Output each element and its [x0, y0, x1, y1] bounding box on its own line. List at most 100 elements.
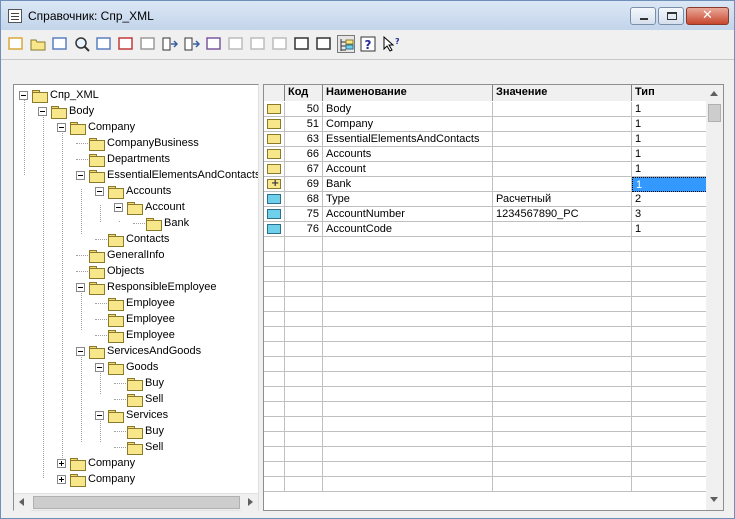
code-cell[interactable]	[285, 417, 323, 432]
code-cell[interactable]	[285, 312, 323, 327]
type-cell[interactable]: 1	[632, 117, 708, 132]
collapse-toggle-icon[interactable]	[95, 362, 104, 372]
empty-table-row[interactable]	[264, 357, 708, 372]
type-cell[interactable]	[632, 447, 708, 462]
name-cell[interactable]	[323, 342, 493, 357]
value-cell[interactable]	[493, 447, 632, 462]
name-cell[interactable]	[323, 477, 493, 492]
code-cell[interactable]	[285, 252, 323, 267]
code-cell[interactable]: 63	[285, 132, 323, 147]
type-cell[interactable]	[632, 462, 708, 477]
tree-node[interactable]: Employee	[95, 311, 175, 327]
collapse-toggle-icon[interactable]	[76, 346, 85, 356]
empty-table-row[interactable]	[264, 297, 708, 312]
empty-table-row[interactable]	[264, 342, 708, 357]
collapse-toggle-icon[interactable]	[95, 410, 104, 420]
code-cell[interactable]: 51	[285, 117, 323, 132]
type-cell[interactable]: 1	[632, 222, 708, 237]
empty-table-row[interactable]	[264, 462, 708, 477]
tree-node[interactable]: Employee	[95, 327, 175, 343]
value-cell[interactable]	[493, 252, 632, 267]
tree-node[interactable]: Objects	[76, 263, 144, 279]
tree-toggle-icon[interactable]	[337, 35, 355, 53]
type-cell[interactable]: 2	[632, 192, 708, 207]
empty-table-row[interactable]	[264, 252, 708, 267]
empty-table-row[interactable]	[264, 282, 708, 297]
table-row[interactable]: 76 AccountCode 1	[264, 222, 708, 237]
value-cell[interactable]	[493, 417, 632, 432]
code-cell[interactable]: 50	[285, 102, 323, 117]
type-cell[interactable]	[632, 477, 708, 492]
type-cell[interactable]: 1	[632, 147, 708, 162]
value-cell[interactable]	[493, 312, 632, 327]
name-cell[interactable]	[323, 312, 493, 327]
value-cell[interactable]	[493, 432, 632, 447]
code-cell[interactable]: 69	[285, 177, 323, 192]
code-cell[interactable]	[285, 372, 323, 387]
name-cell[interactable]	[323, 402, 493, 417]
code-cell[interactable]	[285, 387, 323, 402]
code-cell[interactable]: 75	[285, 207, 323, 222]
type-cell[interactable]: 1	[632, 132, 708, 147]
empty-table-row[interactable]	[264, 432, 708, 447]
value-cell[interactable]	[493, 477, 632, 492]
collapse-toggle-icon[interactable]	[57, 122, 66, 132]
close-button[interactable]: ✕	[686, 7, 729, 25]
empty-table-row[interactable]	[264, 447, 708, 462]
name-cell[interactable]: AccountNumber	[323, 207, 493, 222]
find-icon[interactable]	[73, 35, 91, 53]
list-icon[interactable]	[293, 35, 311, 53]
value-cell[interactable]	[493, 102, 632, 117]
table-row[interactable]: 63 EssentialElementsAndContacts 1	[264, 132, 708, 147]
table-row[interactable]: 68 Type Расчетный 2	[264, 192, 708, 207]
new-item-icon[interactable]	[7, 35, 25, 53]
value-cell[interactable]	[493, 297, 632, 312]
edit-item-icon[interactable]	[95, 35, 113, 53]
type-cell[interactable]: 1	[632, 177, 708, 192]
empty-table-row[interactable]	[264, 327, 708, 342]
copy-item-icon[interactable]	[51, 35, 69, 53]
name-cell[interactable]	[323, 447, 493, 462]
column-header-name[interactable]: Наименование	[323, 85, 493, 101]
code-cell[interactable]	[285, 327, 323, 342]
context-help-icon[interactable]: ?	[381, 35, 400, 53]
collapse-toggle-icon[interactable]	[76, 282, 85, 292]
name-cell[interactable]: Body	[323, 102, 493, 117]
code-cell[interactable]	[285, 447, 323, 462]
type-cell[interactable]: 1	[632, 102, 708, 117]
tree-node[interactable]: Accounts	[95, 183, 171, 199]
name-cell[interactable]	[323, 357, 493, 372]
value-cell[interactable]	[493, 342, 632, 357]
code-cell[interactable]: 66	[285, 147, 323, 162]
collapse-toggle-icon[interactable]	[19, 90, 28, 100]
value-cell[interactable]	[493, 402, 632, 417]
type-cell[interactable]	[632, 237, 708, 252]
table-row[interactable]: 67 Account 1	[264, 162, 708, 177]
code-cell[interactable]	[285, 462, 323, 477]
type-cell[interactable]	[632, 402, 708, 417]
value-cell[interactable]	[493, 462, 632, 477]
scroll-up-button[interactable]	[706, 85, 723, 102]
value-cell[interactable]: Расчетный	[493, 192, 632, 207]
empty-table-row[interactable]	[264, 387, 708, 402]
table-row[interactable]: 69Bank 1	[264, 177, 708, 192]
column-header-code[interactable]: Код	[285, 85, 323, 101]
code-cell[interactable]: 76	[285, 222, 323, 237]
code-cell[interactable]: 68	[285, 192, 323, 207]
value-cell[interactable]	[493, 282, 632, 297]
move-to-folder-icon[interactable]	[161, 35, 179, 53]
empty-table-row[interactable]	[264, 237, 708, 252]
table-row[interactable]: 50 Body 1	[264, 102, 708, 117]
tree-scroll-thumb[interactable]	[33, 496, 240, 509]
tree-panel[interactable]: Спр_XML Body Company CompanyBusiness Departm…	[13, 84, 259, 511]
value-cell[interactable]	[493, 147, 632, 162]
mark-delete-icon[interactable]	[139, 35, 157, 53]
name-cell[interactable]	[323, 372, 493, 387]
minimize-button[interactable]	[630, 7, 656, 25]
value-cell[interactable]: 1234567890_PC	[493, 207, 632, 222]
code-cell[interactable]: 67	[285, 162, 323, 177]
name-cell[interactable]: Company	[323, 117, 493, 132]
table-row[interactable]: 75 AccountNumber 1234567890_PC 3	[264, 207, 708, 222]
empty-table-row[interactable]	[264, 267, 708, 282]
tree-node[interactable]: Company	[57, 455, 135, 471]
